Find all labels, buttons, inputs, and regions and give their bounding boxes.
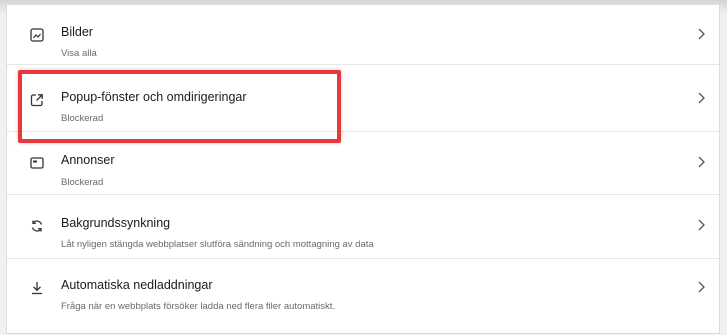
chevron-right-icon	[696, 27, 706, 41]
setting-row-popups[interactable]: Popup-fönster och omdirigeringar Blocker…	[7, 65, 719, 132]
setting-description: Blockerad	[61, 113, 104, 124]
setting-description: Låt nyligen stängda webbplatser slutföra…	[61, 239, 374, 250]
setting-title: Automatiska nedladdningar	[61, 278, 213, 292]
setting-title: Bakgrundssynkning	[61, 216, 171, 230]
setting-row-automatic-downloads[interactable]: Automatiska nedladdningar Fråga när en w…	[7, 259, 719, 335]
setting-description: Visa alla	[61, 48, 97, 59]
setting-title: Annonser	[61, 153, 115, 167]
popup-redirect-icon	[29, 92, 45, 108]
setting-description: Fråga när en webbplats försöker ladda ne…	[61, 301, 336, 312]
download-icon	[29, 280, 45, 296]
setting-title: Popup-fönster och omdirigeringar	[61, 90, 247, 104]
chevron-right-icon	[696, 91, 706, 105]
setting-row-ads[interactable]: Annonser Blockerad	[7, 132, 719, 195]
setting-row-images[interactable]: Bilder Visa alla	[7, 5, 719, 65]
ads-icon	[29, 155, 45, 171]
sync-icon	[29, 218, 45, 234]
setting-description: Blockerad	[61, 177, 104, 188]
chevron-right-icon	[696, 218, 706, 232]
setting-title: Bilder	[61, 25, 93, 39]
setting-row-background-sync[interactable]: Bakgrundssynkning Låt nyligen stängda we…	[7, 195, 719, 259]
image-icon	[29, 27, 45, 43]
chevron-right-icon	[696, 155, 706, 169]
site-permissions-panel: Bilder Visa alla Popup-fönster och omdir…	[6, 4, 720, 334]
chevron-right-icon	[696, 280, 706, 294]
